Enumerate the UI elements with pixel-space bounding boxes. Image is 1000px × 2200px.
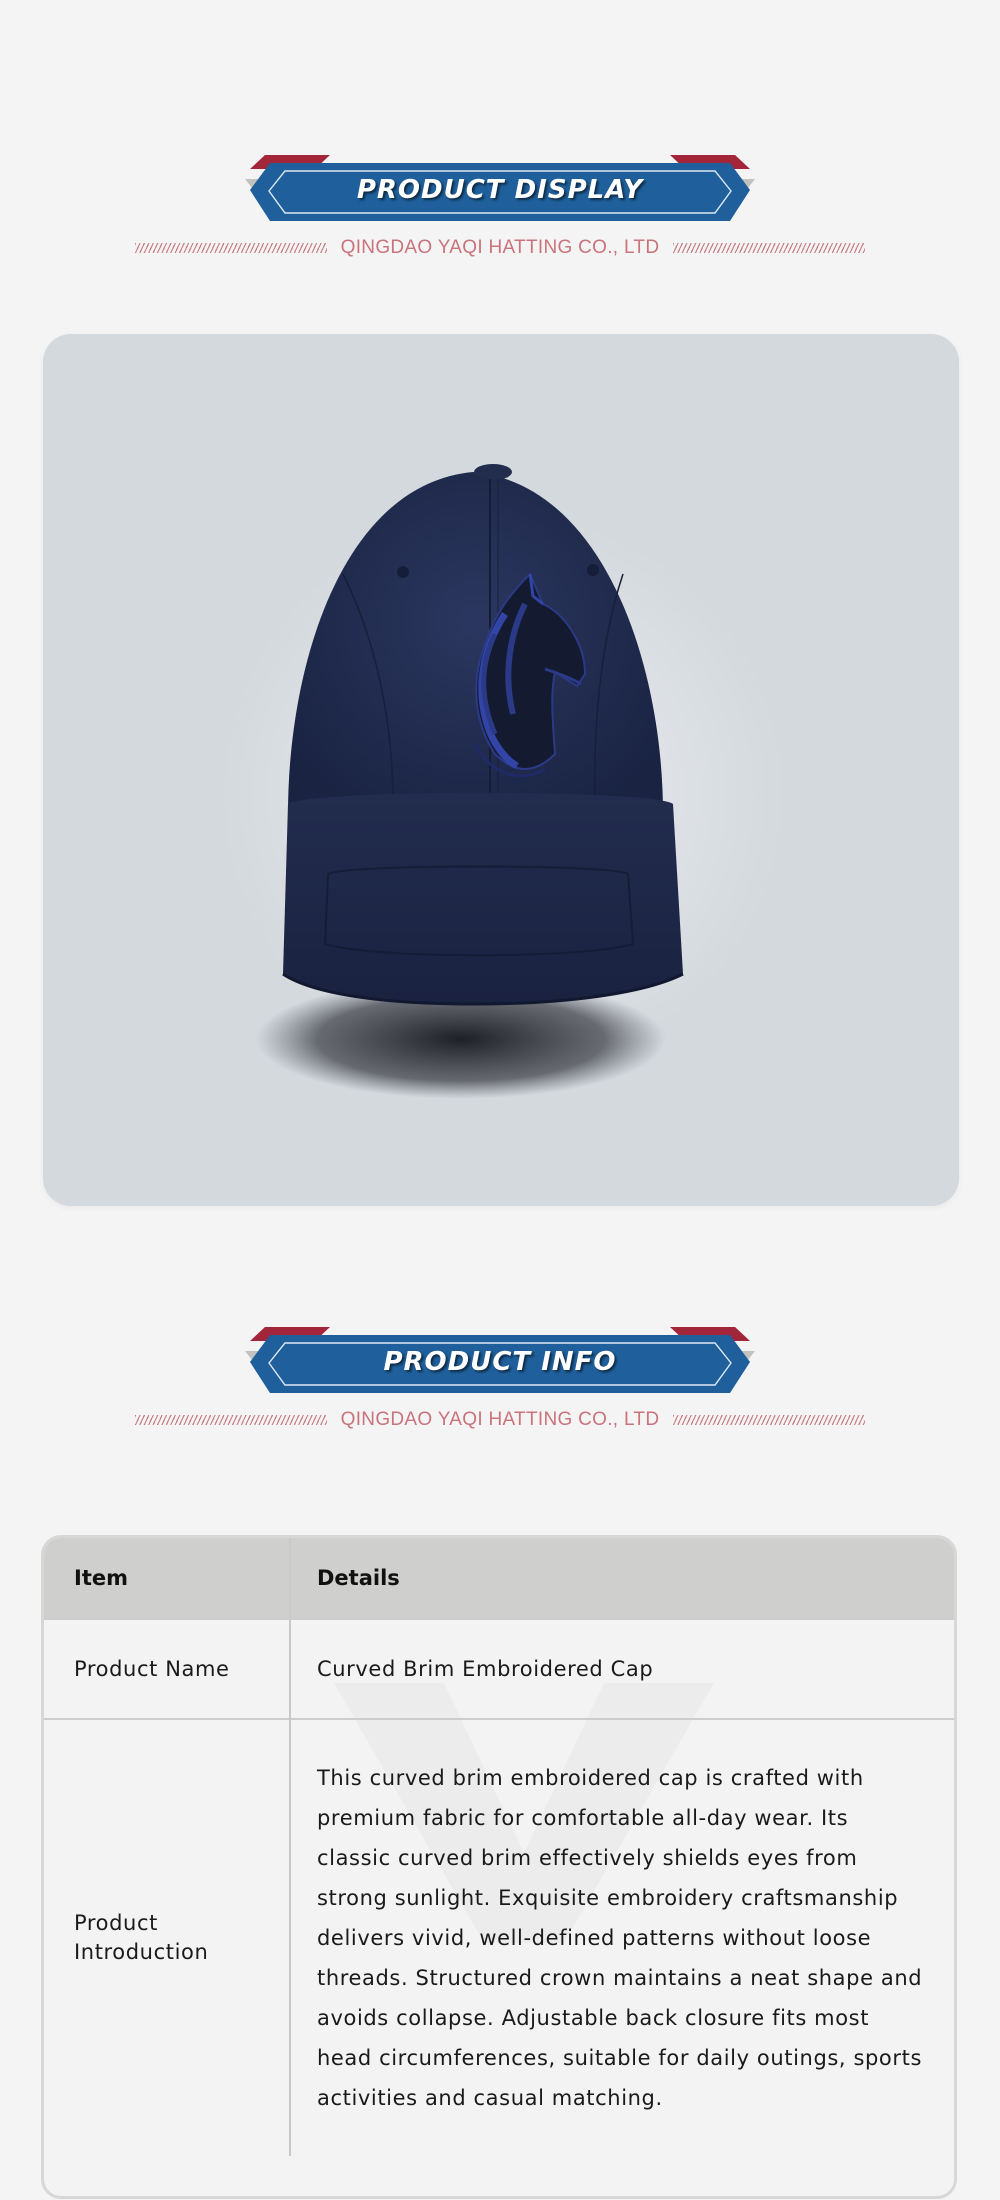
hatch-right-decoration xyxy=(673,1415,866,1425)
product-info-banner: PRODUCT INFO xyxy=(245,1327,755,1397)
product-display-banner: PRODUCT DISPLAY xyxy=(245,155,755,225)
header-item: Item xyxy=(44,1538,291,1619)
product-info-subtitle-row: QINGDAO YAQI HATTING CO., LTD xyxy=(0,1405,1000,1435)
company-name: QINGDAO YAQI HATTING CO., LTD xyxy=(340,1409,660,1430)
table-row: Product Introduction This curved brim em… xyxy=(44,1718,954,2156)
product-display-subtitle-row: QINGDAO YAQI HATTING CO., LTD xyxy=(0,233,1000,263)
company-name: QINGDAO YAQI HATTING CO., LTD xyxy=(340,237,660,258)
hatch-left-decoration xyxy=(134,1415,327,1425)
product-info-title: PRODUCT INFO xyxy=(383,1347,617,1377)
product-display-header: PRODUCT DISPLAY QINGDAO YAQI HATTING CO.… xyxy=(0,155,1000,275)
product-info-header: PRODUCT INFO QINGDAO YAQI HATTING CO., L… xyxy=(0,1327,1000,1447)
product-photo xyxy=(43,334,959,1206)
product-display-title: PRODUCT DISPLAY xyxy=(356,175,644,205)
product-info-table: Item Details Product Name Curved Brim Em… xyxy=(41,1535,957,2199)
table-header-row: Item Details xyxy=(44,1538,954,1619)
row-item-product-name: Product Name xyxy=(44,1618,291,1719)
header-details: Details xyxy=(290,1538,954,1619)
row-value-product-introduction: This curved brim embroidered cap is craf… xyxy=(290,1718,954,2156)
row-item-product-introduction: Product Introduction xyxy=(44,1718,291,2156)
embroidered-horse-cap-icon xyxy=(256,464,684,1099)
row-value-product-name: Curved Brim Embroidered Cap xyxy=(290,1618,954,1719)
info-table: Item Details Product Name Curved Brim Em… xyxy=(44,1538,954,2156)
table-row: Product Name Curved Brim Embroidered Cap xyxy=(44,1618,954,1719)
hatch-right-decoration xyxy=(673,243,866,253)
hatch-left-decoration xyxy=(134,243,327,253)
